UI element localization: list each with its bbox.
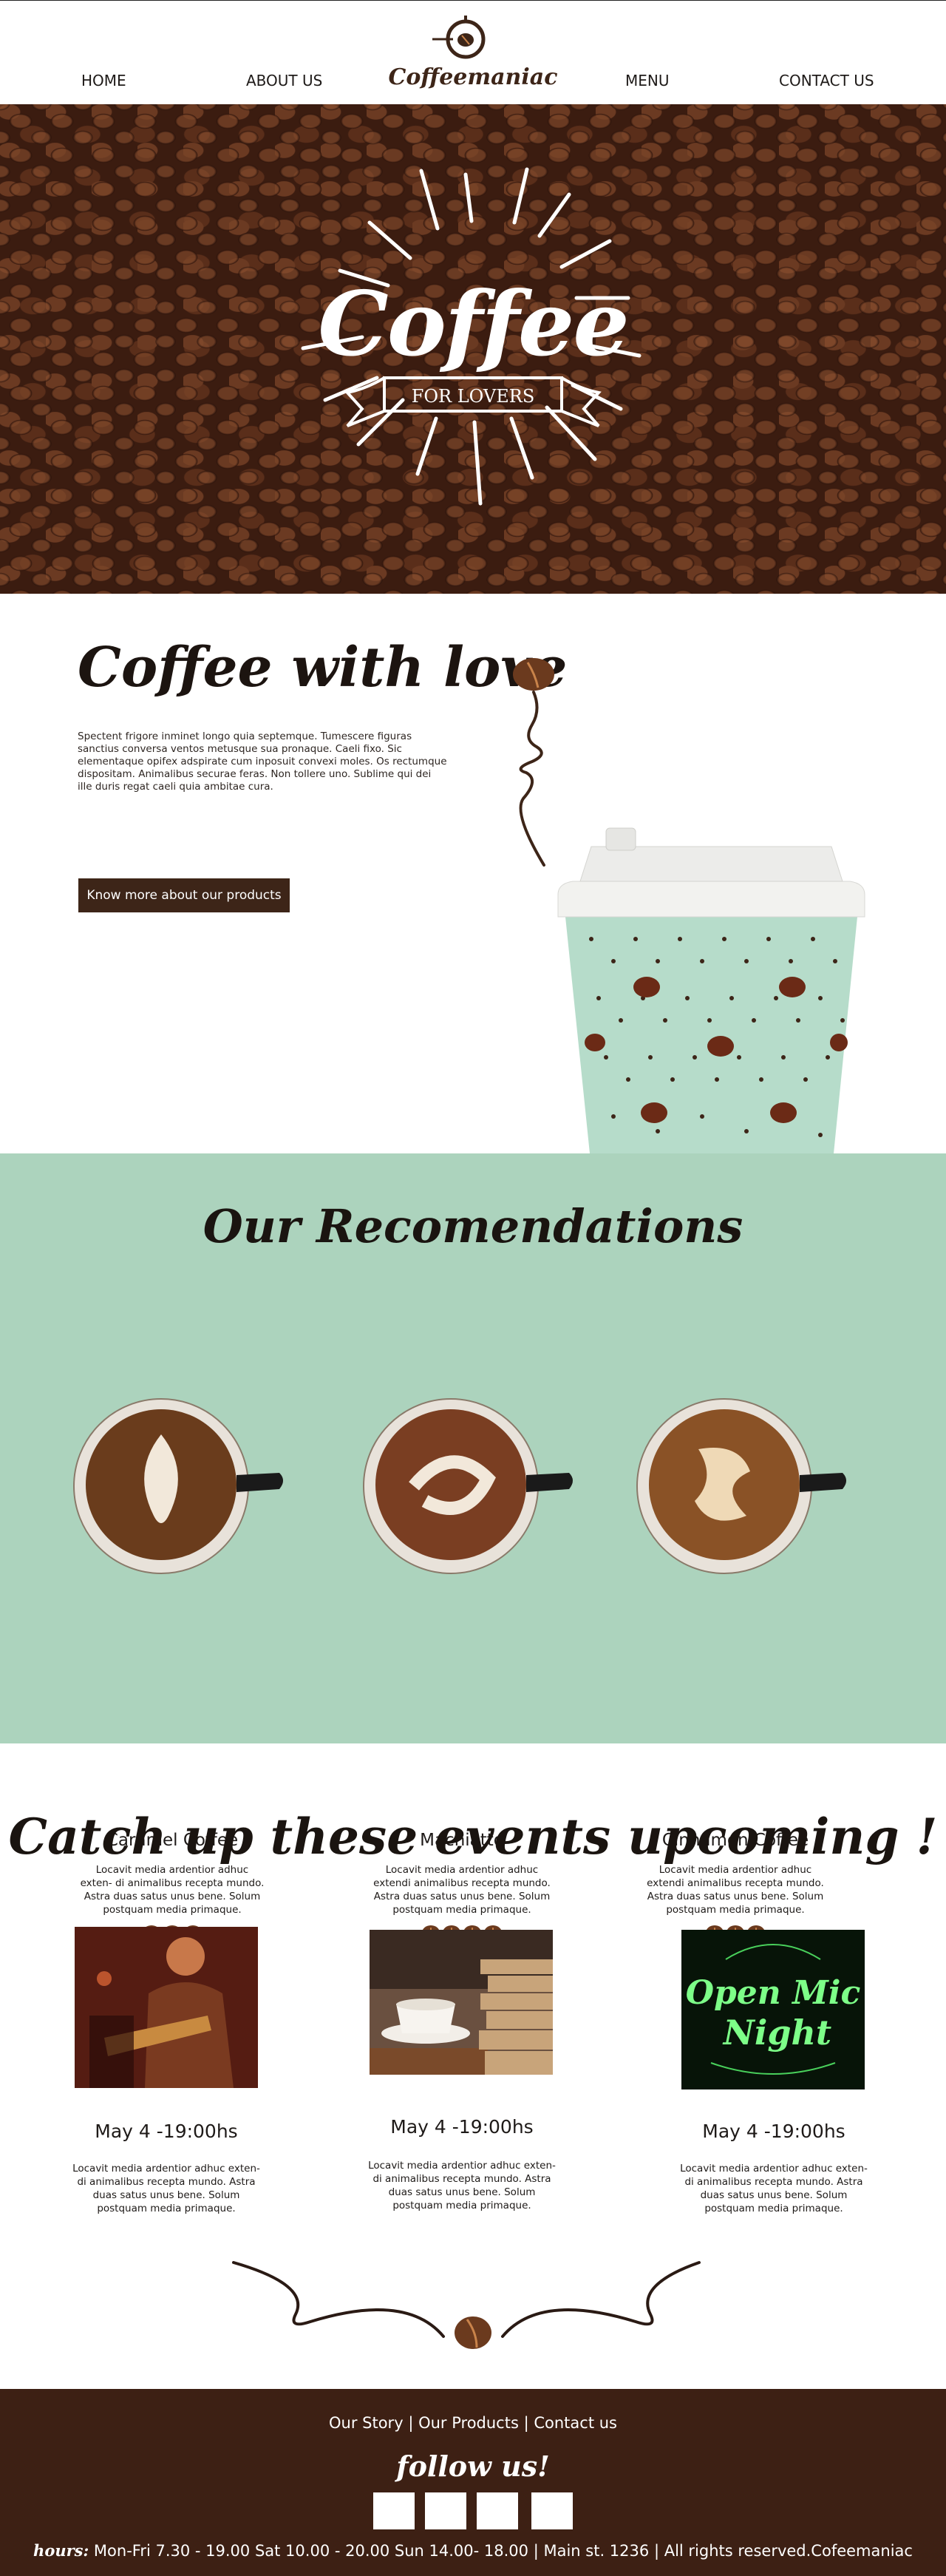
footer-separator: | [408,2414,414,2432]
event-date: May 4 -19:00hs [390,2116,534,2138]
hero-banner-text: FOR LOVERS [411,386,535,407]
neon-sign-text: Open Mic [686,1974,861,2012]
footer-link-our-story[interactable]: Our Story [329,2414,404,2432]
event-description: Locavit media ardentior adhuc exten- di … [72,2163,260,2214]
event-date: May 4 -19:00hs [95,2121,238,2142]
follow-us-heading: follow us! [396,2450,550,2483]
coffee-cup-illustration [513,658,865,1153]
event-image-open-mic-sign[interactable]: Open Mic Night [681,1930,865,2089]
nav-contact-us[interactable]: CONTACT US [779,72,874,89]
footer-links: Our Story | Our Products | Contact us [0,2414,946,2432]
coffee-bean-icon [455,2316,491,2349]
love-section-title: Coffee with love [78,636,568,699]
recommendations-title: Our Recomendations [203,1199,743,1253]
recommendation-description: Locavit media ardentior adhuc extendi an… [647,1864,824,1916]
social-icon-4[interactable] [531,2492,573,2529]
event-description: Locavit media ardentior adhuc exten- di … [680,2163,868,2214]
coffee-cup-logo-icon[interactable] [432,13,499,64]
events-title: Catch up these events upcoming ! [8,1808,938,1865]
nav-menu[interactable]: MENU [625,72,670,89]
neon-sign-text-night: Night [722,2013,831,2053]
footer-link-contact-us[interactable]: Contact us [534,2414,617,2432]
opening-hours: Mon-Fri 7.30 - 19.00 Sat 10.00 - 20.00 S… [93,2542,529,2560]
site-footer: Our Story | Our Products | Contact us fo… [0,2389,946,2576]
social-icon-3[interactable] [477,2492,518,2529]
hours-label: hours: [33,2541,89,2560]
recommendations-section: Our Recomendations Caramel Coffee Locavi… [0,1153,946,1940]
know-more-products-button[interactable]: Know more about our products [78,878,290,912]
hero-banner: Coffee FOR LOVERS [0,104,946,594]
hero-title: Coffee [318,272,629,376]
latte-art-cup-icon [73,1398,283,1574]
event-image-guitarist[interactable] [75,1927,258,2088]
social-icon-1[interactable] [373,2492,415,2529]
coffee-bean-icon [513,658,554,691]
social-icon-2[interactable] [425,2492,466,2529]
event-description: Locavit media ardentior adhuc exten- di … [368,2160,556,2211]
latte-art-cup-icon [363,1398,573,1574]
footer-separator: | [523,2414,529,2432]
address: Main st. 1236 [543,2542,650,2560]
footer-link-our-products[interactable]: Our Products [418,2414,519,2432]
recommendation-description: Locavit media ardentior adhuc extendi an… [373,1864,551,1916]
love-section-text: Spectent frigore inminet longo quia sept… [78,731,447,793]
latte-art-cup-icon [636,1398,846,1574]
footer-separator: | [653,2542,660,2560]
site-header: HOME ABOUT US Coffeemaniac MENU CONTACT … [0,0,946,104]
bean-swirl-divider [232,2261,701,2349]
event-date: May 4 -19:00hs [702,2121,845,2142]
recommendation-description: Locavit media ardentior adhuc exten- di … [80,1864,265,1916]
footer-info: hours: Mon-Fri 7.30 - 19.00 Sat 10.00 - … [0,2541,946,2560]
copyright: All rights reserved.Cofeemaniac [664,2542,913,2560]
footer-separator: | [533,2542,539,2560]
event-image-books-coffee[interactable] [370,1930,553,2075]
